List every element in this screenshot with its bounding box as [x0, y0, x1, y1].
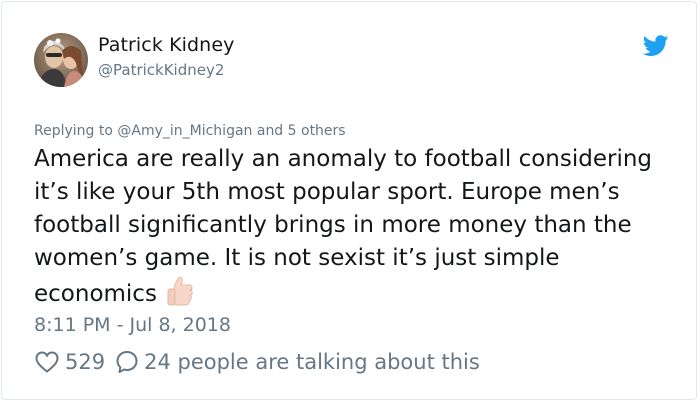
- author-handle[interactable]: @PatrickKidney2: [98, 61, 224, 79]
- tweet-card: Patrick Kidney @PatrickKidney2 Replying …: [1, 1, 697, 400]
- like-button[interactable]: 529: [35, 350, 105, 374]
- author-display-name[interactable]: Patrick Kidney: [98, 34, 234, 56]
- thumbs-up-icon: [163, 275, 197, 307]
- tweet-text: America are really an anomaly to footbal…: [34, 146, 653, 307]
- like-count: 529: [65, 350, 106, 374]
- reply-context[interactable]: Replying to @Amy_in_Michigan and 5 other…: [34, 123, 346, 139]
- speech-bubble-icon: [116, 351, 138, 373]
- reply-button[interactable]: 24 people are talking about this: [105, 350, 480, 374]
- tweet-body: America are really an anomaly to footbal…: [34, 143, 674, 311]
- twitter-bird-icon[interactable]: [642, 35, 669, 57]
- avatar[interactable]: [34, 33, 88, 87]
- tweet-timestamp[interactable]: 8:11 PM - Jul 8, 2018: [34, 314, 231, 336]
- talking-count: 24 people are talking about this: [144, 350, 480, 374]
- heart-icon: [35, 351, 59, 373]
- tweet-actions: 529 24 people are talking about this: [35, 348, 480, 376]
